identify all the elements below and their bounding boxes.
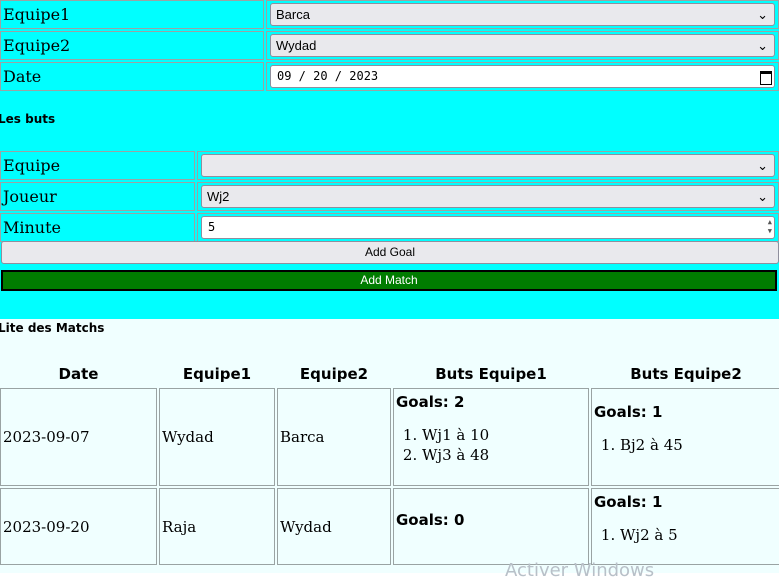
date-cell: 09 / 20 / 2023 (266, 62, 779, 91)
match-equipe1: Raja (159, 488, 275, 565)
table-row: 2023-09-20 Raja Wydad Goals: 0 Goals: 1 … (0, 488, 779, 565)
goals-list: Wj2 à 5 (594, 525, 778, 545)
add-match-button[interactable]: Add Match (1, 270, 777, 291)
match-buts-equipe1: Goals: 2 Wj1 à 10 Wj3 à 48 (393, 388, 589, 486)
goal-item: Wj3 à 48 (422, 445, 586, 465)
match-buts-equipe1: Goals: 0 (393, 488, 589, 565)
joueur-label: Joueur (0, 182, 195, 211)
match-date: 2023-09-20 (0, 488, 157, 565)
match-buts-equipe2: Goals: 1 Wj2 à 5 (591, 488, 779, 565)
equipe2-select-value: Wydad (276, 38, 317, 53)
match-date: 2023-09-07 (0, 388, 157, 486)
equipe2-label: Equipe2 (0, 31, 264, 60)
header-equipe2: Equipe2 (299, 365, 369, 383)
chevron-down-icon: ⌄ (757, 189, 768, 204)
joueur-select-value: Wj2 (207, 189, 230, 204)
joueur-cell: Wj2 ⌄ (197, 182, 779, 211)
goals-count: Goals: 2 (396, 393, 465, 411)
goals-count: Goals: 0 (396, 511, 465, 529)
goal-item: Wj2 à 5 (620, 525, 778, 545)
equipe-label: Equipe (0, 151, 195, 180)
match-form-table: Equipe1 Barca ⌄ Equipe2 Wydad ⌄ Date 09 / … (0, 0, 779, 93)
goals-count: Goals: 1 (594, 493, 663, 511)
date-input[interactable]: 09 / 20 / 2023 (270, 65, 775, 88)
equipe1-cell: Barca ⌄ (266, 0, 779, 29)
goals-section-title: Les buts (0, 112, 56, 126)
equipe-cell: ⌄ (197, 151, 779, 180)
header-buts-equipe2: Buts Equipe2 (630, 365, 742, 383)
equipe1-label: Equipe1 (0, 0, 264, 29)
table-row: 2023-09-07 Wydad Barca Goals: 2 Wj1 à 10… (0, 388, 779, 486)
goals-list: Wj1 à 10 Wj3 à 48 (396, 425, 586, 465)
minute-cell: 5 ▲ ▼ (197, 213, 779, 242)
goals-list: Bj2 à 45 (594, 435, 778, 455)
joueur-select[interactable]: Wj2 ⌄ (201, 185, 775, 208)
header-buts-equipe1: Buts Equipe1 (435, 365, 547, 383)
chevron-down-icon: ⌄ (757, 158, 768, 173)
spinner-icon[interactable]: ▲ ▼ (768, 218, 772, 236)
chevron-down-icon: ⌄ (757, 38, 768, 53)
matches-table: Date Equipe1 Equipe2 Buts Equipe1 Buts E… (0, 360, 779, 567)
match-equipe2: Wydad (277, 488, 391, 565)
minute-input-value: 5 (208, 220, 216, 234)
minute-label: Minute (0, 213, 195, 242)
goals-count: Goals: 1 (594, 403, 663, 421)
match-buts-equipe2: Goals: 1 Bj2 à 45 (591, 388, 779, 486)
goal-item: Wj1 à 10 (422, 425, 586, 445)
chevron-down-icon: ⌄ (757, 7, 768, 22)
windows-activation-watermark: Activer Windows (505, 560, 655, 581)
add-goal-button[interactable]: Add Goal (1, 241, 779, 264)
goals-form-table: Equipe ⌄ Joueur Wj2 ⌄ Minute 5 ▲ ▼ (0, 149, 779, 244)
minute-input[interactable]: 5 ▲ ▼ (201, 216, 775, 239)
matches-list-title: Lite des Matchs (0, 321, 105, 335)
date-label: Date (0, 62, 264, 91)
equipe2-select[interactable]: Wydad ⌄ (270, 34, 775, 57)
matches-header-row: Date Equipe1 Equipe2 Buts Equipe1 Buts E… (0, 362, 779, 386)
match-equipe2: Barca (277, 388, 391, 486)
header-equipe1: Equipe1 (182, 365, 252, 383)
equipe-select[interactable]: ⌄ (201, 154, 775, 177)
equipe2-cell: Wydad ⌄ (266, 31, 779, 60)
match-equipe1: Wydad (159, 388, 275, 486)
calendar-icon[interactable] (760, 71, 772, 85)
header-date: Date (58, 365, 99, 383)
equipe1-select-value: Barca (276, 7, 310, 22)
date-input-value: 09 / 20 / 2023 (277, 69, 379, 83)
goal-item: Bj2 à 45 (620, 435, 778, 455)
equipe1-select[interactable]: Barca ⌄ (270, 3, 775, 26)
